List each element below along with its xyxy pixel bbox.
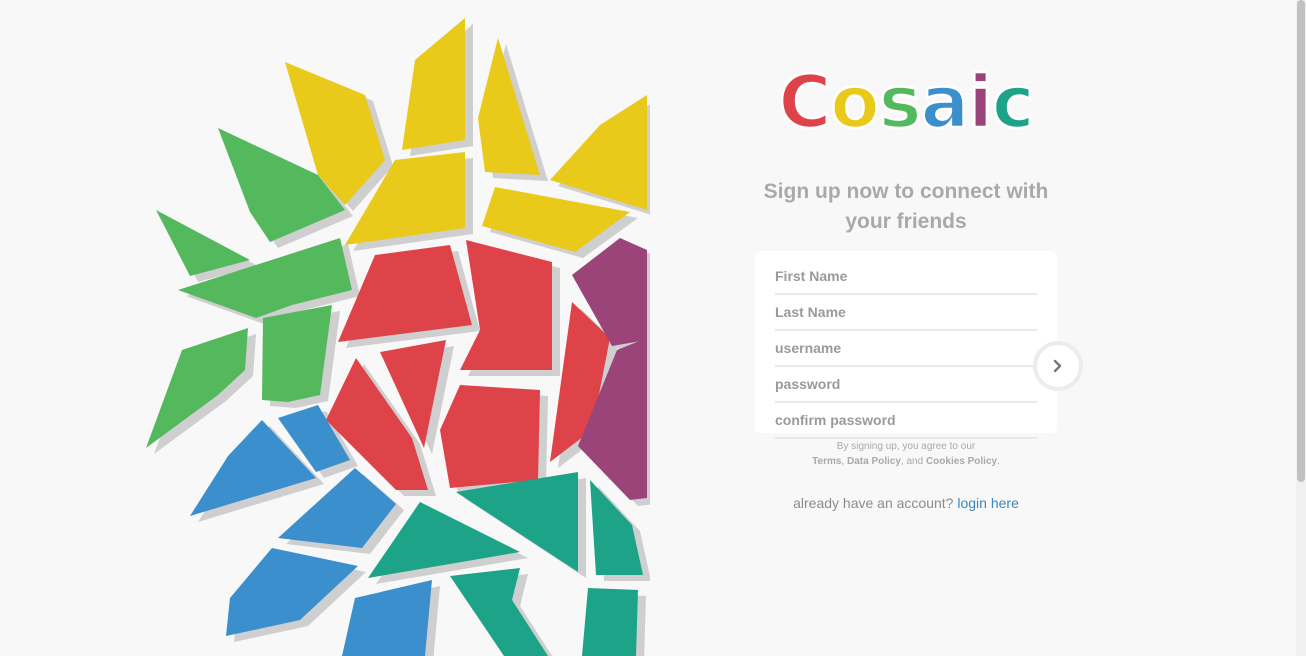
chevron-right-icon [1053, 359, 1062, 373]
last-name-field[interactable] [775, 295, 1037, 331]
signup-tagline: Sign up now to connect with your friends [755, 177, 1057, 237]
terms-notice: By signing up, you agree to our Terms, D… [755, 439, 1057, 469]
logo-letter: o [830, 65, 878, 137]
password-field[interactable] [775, 367, 1037, 403]
mosaic-tile [582, 588, 638, 656]
terms-prefix: By signing up, you agree to our [836, 441, 976, 452]
mosaic-tile [550, 95, 647, 210]
scrollbar-thumb[interactable] [1297, 0, 1305, 482]
logo-letter: s [879, 65, 921, 137]
signup-page: Cosaic Sign up now to connect with your … [0, 0, 1306, 656]
login-prompt: already have an account? login here [755, 495, 1057, 511]
data-policy-link[interactable]: Data Policy [847, 456, 901, 467]
tagline-line-1: Sign up now to connect with [763, 180, 1049, 203]
terms-separator: , and [900, 456, 926, 467]
mosaic-illustration [146, 18, 650, 656]
username-field[interactable] [775, 331, 1037, 367]
mosaic-tile [402, 18, 465, 150]
logo-letter: a [921, 65, 969, 137]
submit-button[interactable] [1033, 341, 1083, 391]
terms-links: Terms, Data Policy, and Cookies Policy. [755, 454, 1057, 469]
mosaic-tile [450, 568, 548, 656]
signup-panel: Cosaic Sign up now to connect with your … [755, 65, 1083, 511]
confirm-password-field[interactable] [775, 403, 1037, 439]
login-prompt-text: already have an account? [793, 495, 954, 511]
mosaic-tile [440, 385, 540, 488]
svg-text:Cosaic: Cosaic [781, 65, 1031, 137]
cookies-policy-link[interactable]: Cookies Policy [926, 456, 997, 467]
terms-suffix: . [997, 456, 1000, 467]
logo-letter: i [968, 65, 992, 137]
terms-link[interactable]: Terms [812, 456, 841, 467]
mosaic-tile [342, 580, 432, 656]
cosaic-logo: Cosaic [781, 65, 1031, 137]
signup-form [755, 251, 1083, 439]
mosaic-tile [460, 240, 552, 370]
logo-letter: C [781, 65, 830, 137]
login-link[interactable]: login here [957, 495, 1019, 511]
first-name-field[interactable] [775, 259, 1037, 295]
tagline-line-2: your friends [845, 210, 967, 233]
logo-letter: c [992, 65, 1031, 137]
